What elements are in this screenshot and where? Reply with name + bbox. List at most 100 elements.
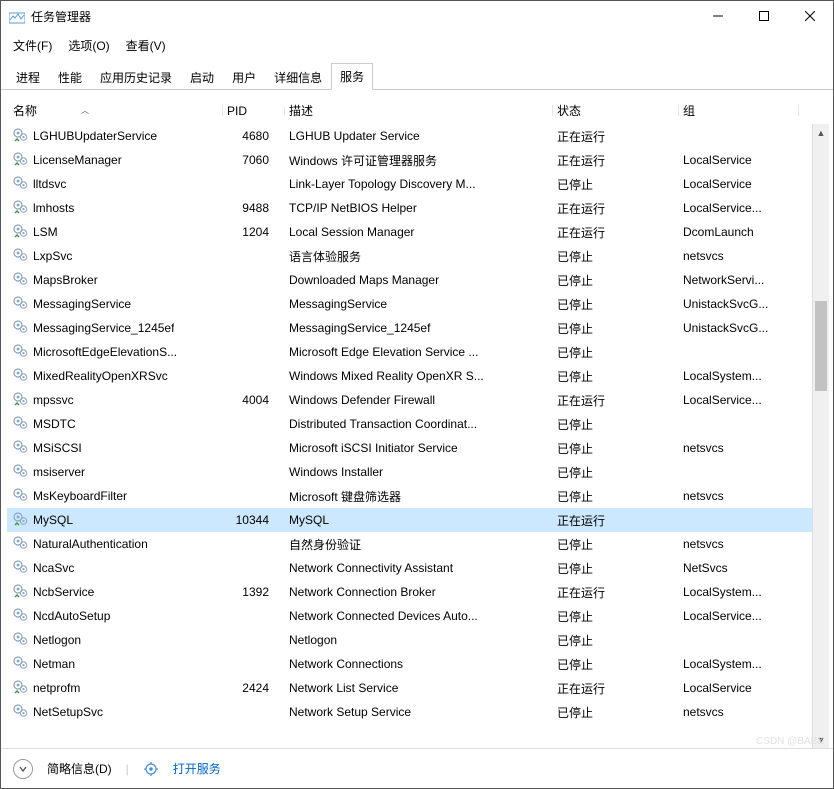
service-row[interactable]: MicrosoftEdgeElevationS... Microsoft Edg… <box>7 340 829 364</box>
service-desc: Windows Mixed Reality OpenXR S... <box>285 369 553 383</box>
service-state: 已停止 <box>553 440 679 457</box>
close-button[interactable] <box>787 1 833 31</box>
service-name: MsKeyboardFilter <box>33 489 127 503</box>
scroll-thumb[interactable] <box>815 301 827 391</box>
service-name: netprofm <box>33 681 80 695</box>
service-name: LGHUBUpdaterService <box>33 129 157 143</box>
service-icon <box>13 295 29 314</box>
service-group: LocalSystem... <box>679 369 799 383</box>
service-name: LSM <box>33 225 58 239</box>
service-icon <box>13 583 29 602</box>
service-desc: Microsoft Edge Elevation Service ... <box>285 345 553 359</box>
service-row[interactable]: MessagingService MessagingService 已停止 Un… <box>7 292 829 316</box>
service-icon <box>13 151 29 170</box>
service-name: lmhosts <box>33 201 74 215</box>
service-icon <box>13 535 29 554</box>
service-row[interactable]: LicenseManager 7060 Windows 许可证管理器服务 正在运… <box>7 148 829 172</box>
scroll-track[interactable] <box>813 141 829 731</box>
service-name: LicenseManager <box>33 153 122 167</box>
service-group: LocalService <box>679 177 799 191</box>
service-row[interactable]: NcdAutoSetup Network Connected Devices A… <box>7 604 829 628</box>
service-icon <box>13 127 29 146</box>
menu-file[interactable]: 文件(F) <box>11 35 54 56</box>
service-name: NcaSvc <box>33 561 74 575</box>
service-group: LocalService <box>679 153 799 167</box>
service-row[interactable]: LGHUBUpdaterService 4680 LGHUB Updater S… <box>7 124 829 148</box>
open-services-link[interactable]: 打开服务 <box>173 760 221 777</box>
service-desc: Network Connected Devices Auto... <box>285 609 553 623</box>
service-name: MSiSCSI <box>33 441 82 455</box>
col-header-pid[interactable]: PID <box>223 104 285 118</box>
service-desc: Local Session Manager <box>285 225 553 239</box>
service-row[interactable]: MixedRealityOpenXRSvc Windows Mixed Real… <box>7 364 829 388</box>
service-icon <box>13 679 29 698</box>
tab-details[interactable]: 详细信息 <box>265 64 331 90</box>
service-row[interactable]: lmhosts 9488 TCP/IP NetBIOS Helper 正在运行 … <box>7 196 829 220</box>
service-group: netsvcs <box>679 249 799 263</box>
vertical-scrollbar[interactable]: ▲ ▼ <box>812 124 829 748</box>
service-name: Netlogon <box>33 633 81 647</box>
service-name: NetSetupSvc <box>33 705 103 719</box>
tab-users[interactable]: 用户 <box>223 64 265 90</box>
service-name: MicrosoftEdgeElevationS... <box>33 345 177 359</box>
service-row[interactable]: LSM 1204 Local Session Manager 正在运行 Dcom… <box>7 220 829 244</box>
scroll-up-button[interactable]: ▲ <box>813 124 829 141</box>
service-row[interactable]: MapsBroker Downloaded Maps Manager 已停止 N… <box>7 268 829 292</box>
service-icon <box>13 463 29 482</box>
col-header-name[interactable]: 名称 ︿ <box>9 102 223 119</box>
service-pid: 1204 <box>223 225 285 239</box>
service-name: MySQL <box>33 513 73 527</box>
service-desc: MessagingService_1245ef <box>285 321 553 335</box>
service-row[interactable]: MSiSCSI Microsoft iSCSI Initiator Servic… <box>7 436 829 460</box>
menu-options[interactable]: 选项(O) <box>66 35 111 56</box>
service-group: netsvcs <box>679 705 799 719</box>
service-row[interactable]: MySQL 10344 MySQL 正在运行 <box>7 508 829 532</box>
tab-services[interactable]: 服务 <box>331 63 373 90</box>
col-header-state[interactable]: 状态 <box>553 102 679 119</box>
col-header-desc[interactable]: 描述 <box>285 102 553 119</box>
col-header-group[interactable]: 组 <box>679 102 799 119</box>
service-row[interactable]: MessagingService_1245ef MessagingService… <box>7 316 829 340</box>
app-icon <box>9 8 25 24</box>
service-desc: Network List Service <box>285 681 553 695</box>
fewer-details-link[interactable]: 简略信息(D) <box>47 760 112 777</box>
maximize-button[interactable] <box>741 1 787 31</box>
service-row[interactable]: lltdsvc Link-Layer Topology Discovery M.… <box>7 172 829 196</box>
service-state: 已停止 <box>553 320 679 337</box>
service-row[interactable]: mpssvc 4004 Windows Defender Firewall 正在… <box>7 388 829 412</box>
tab-startup[interactable]: 启动 <box>181 64 223 90</box>
fewer-details-icon[interactable] <box>13 759 33 779</box>
service-desc: 自然身份验证 <box>285 536 553 553</box>
menu-view[interactable]: 查看(V) <box>124 35 168 56</box>
service-group: LocalService... <box>679 609 799 623</box>
service-row[interactable]: NetSetupSvc Network Setup Service 已停止 ne… <box>7 700 829 724</box>
service-icon <box>13 487 29 506</box>
minimize-button[interactable] <box>695 1 741 31</box>
service-pid: 4680 <box>223 129 285 143</box>
service-name: MessagingService <box>33 297 131 311</box>
service-row[interactable]: LxpSvc 语言体验服务 已停止 netsvcs <box>7 244 829 268</box>
tab-processes[interactable]: 进程 <box>7 64 49 90</box>
service-row[interactable]: MSDTC Distributed Transaction Coordinat.… <box>7 412 829 436</box>
service-row[interactable]: netprofm 2424 Network List Service 正在运行 … <box>7 676 829 700</box>
service-row[interactable]: MsKeyboardFilter Microsoft 键盘筛选器 已停止 net… <box>7 484 829 508</box>
service-row[interactable]: NcaSvc Network Connectivity Assistant 已停… <box>7 556 829 580</box>
service-state: 正在运行 <box>553 224 679 241</box>
service-row[interactable]: Netman Network Connections 已停止 LocalSyst… <box>7 652 829 676</box>
service-group: netsvcs <box>679 537 799 551</box>
service-icon <box>13 631 29 650</box>
service-desc: Netlogon <box>285 633 553 647</box>
service-state: 已停止 <box>553 272 679 289</box>
service-row[interactable]: Netlogon Netlogon 已停止 <box>7 628 829 652</box>
service-row[interactable]: msiserver Windows Installer 已停止 <box>7 460 829 484</box>
service-group: UnistackSvcG... <box>679 321 799 335</box>
service-row[interactable]: NaturalAuthentication 自然身份验证 已停止 netsvcs <box>7 532 829 556</box>
service-group: LocalService... <box>679 393 799 407</box>
service-icon <box>13 415 29 434</box>
tab-performance[interactable]: 性能 <box>49 64 91 90</box>
service-state: 正在运行 <box>553 680 679 697</box>
service-row[interactable]: NcbService 1392 Network Connection Broke… <box>7 580 829 604</box>
service-state: 已停止 <box>553 248 679 265</box>
service-icon <box>13 559 29 578</box>
tab-app-history[interactable]: 应用历史记录 <box>91 64 181 90</box>
